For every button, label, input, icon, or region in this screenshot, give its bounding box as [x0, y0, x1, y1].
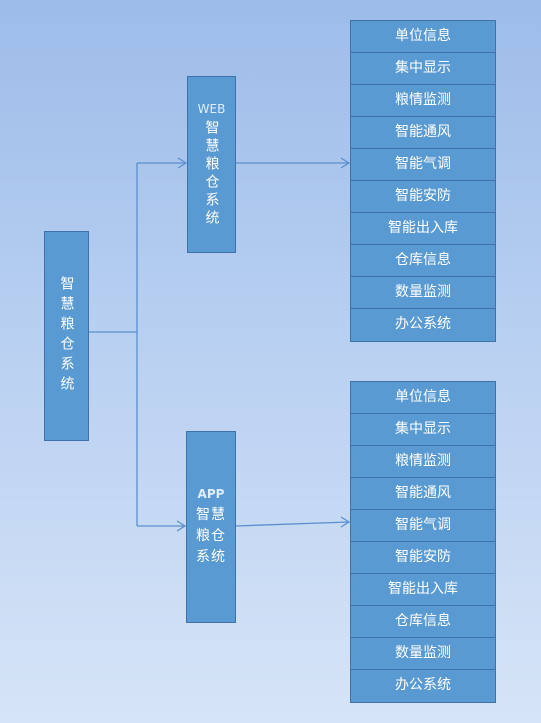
module-item: 智能气调	[351, 510, 495, 542]
web-prefix: WEB	[197, 101, 226, 116]
arrow-to-web	[137, 157, 188, 169]
arrow-app-to-modules	[234, 516, 351, 528]
module-item: 集中显示	[351, 414, 495, 446]
module-item: 粮情监测	[351, 446, 495, 478]
root-system-label: 智慧粮仓系统	[58, 276, 75, 396]
module-item: 智能安防	[351, 542, 495, 574]
web-system-label: 智慧粮仓系统	[203, 119, 220, 228]
module-item: 办公系统	[351, 670, 495, 702]
module-item: 办公系统	[351, 309, 495, 341]
root-system-box: 智慧粮仓系统	[44, 231, 89, 441]
module-item: 智能安防	[351, 181, 495, 213]
module-item: 智能通风	[351, 117, 495, 149]
module-item: 数量监测	[351, 277, 495, 309]
module-item: 单位信息	[351, 382, 495, 414]
arrow-to-app	[137, 520, 187, 532]
arrow-web-to-modules	[235, 157, 351, 169]
module-item: 智能出入库	[351, 574, 495, 606]
module-item: 粮情监测	[351, 85, 495, 117]
web-module-list: 单位信息 集中显示 粮情监测 智能通风 智能气调 智能安防 智能出入库 仓库信息 数量监测 办公系…	[350, 20, 496, 342]
app-module-list: 单位信息 集中显示 粮情监测 智能通风 智能气调 智能安防 智能出入库 仓库信息 数量监测 办公系…	[350, 381, 496, 703]
app-system-box: APP 智慧粮仓系统	[186, 431, 236, 623]
module-item: 仓库信息	[351, 245, 495, 277]
web-system-box: WEB 智慧粮仓系统	[187, 76, 236, 253]
app-system-label: 智慧粮仓系统	[196, 506, 226, 565]
app-prefix: APP	[197, 486, 225, 501]
module-item: 数量监测	[351, 638, 495, 670]
module-item: 仓库信息	[351, 606, 495, 638]
module-item: 智能出入库	[351, 213, 495, 245]
module-item: 集中显示	[351, 53, 495, 85]
module-item: 单位信息	[351, 21, 495, 53]
module-item: 智能通风	[351, 478, 495, 510]
root-connector	[88, 163, 138, 526]
module-item: 智能气调	[351, 149, 495, 181]
